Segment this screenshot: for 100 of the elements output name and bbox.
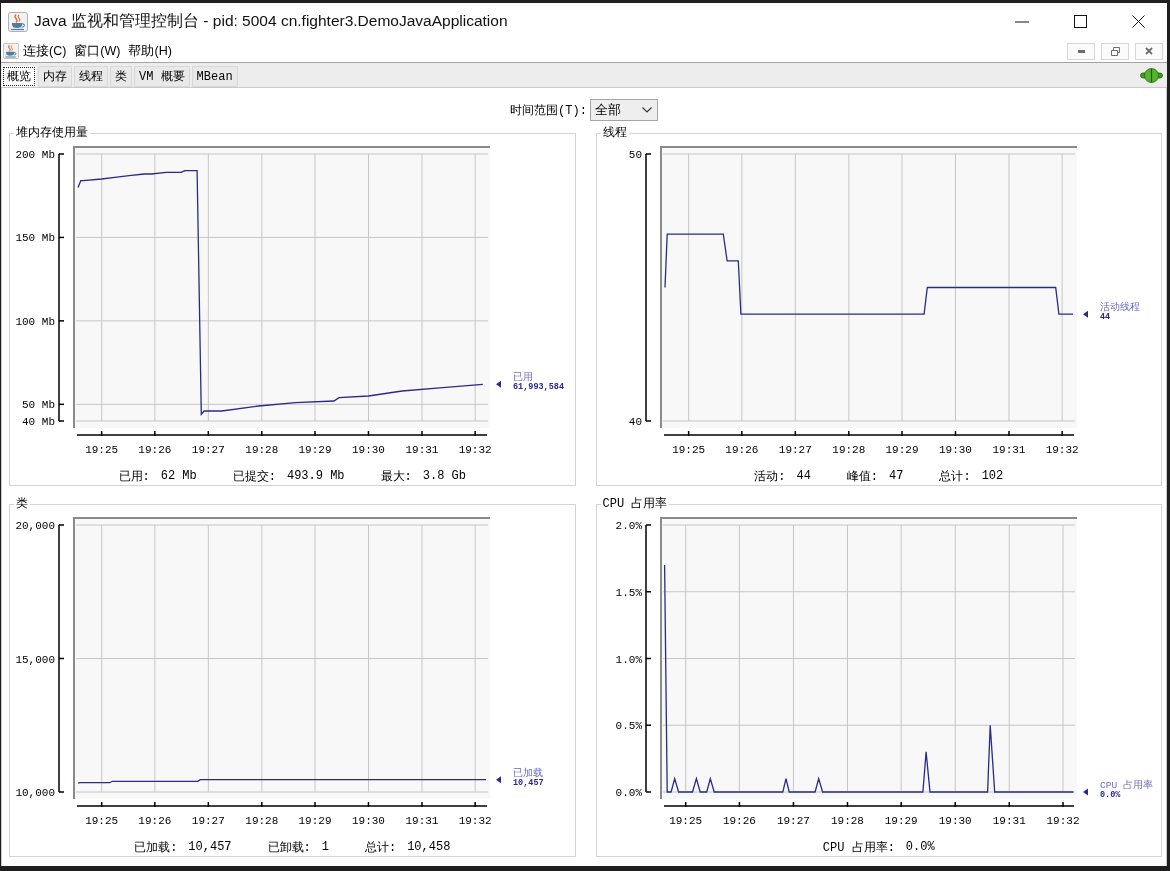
x-axis-label: 19:30 [938, 444, 972, 456]
legend-label: 已用 [513, 372, 533, 384]
x-axis-label: 19:30 [352, 815, 385, 827]
y-axis-label: 1.0% [615, 653, 642, 666]
stat-value: 62 Mb [160, 469, 197, 483]
x-axis-label: 19:26 [138, 815, 172, 827]
panel-title: 堆内存使用量 [14, 126, 90, 140]
y-axis-label: 50 [628, 149, 642, 161]
menu-item[interactable]: 窗口(W) [70, 41, 125, 61]
tab[interactable]: 内存 [38, 66, 72, 87]
y-axis-label: 2.0% [615, 520, 642, 532]
y-axis-label: 0.5% [615, 720, 642, 733]
x-axis-label: 19:27 [191, 444, 225, 456]
legend-label: 活动线程 [1099, 302, 1140, 314]
triangle-marker-icon [1082, 788, 1088, 796]
x-axis-label: 19:28 [831, 444, 865, 456]
stat-label: 峰值: [846, 468, 879, 485]
x-axis-label: 19:29 [298, 444, 332, 456]
x-axis-label: 19:30 [352, 444, 385, 456]
close-icon [1145, 47, 1153, 55]
legend-label: CPU 占用率 [1099, 780, 1153, 791]
stat-value: 3.8 Gb [422, 469, 466, 483]
close-button[interactable] [1135, 42, 1163, 60]
stat-value: 0.0% [905, 840, 935, 854]
restore-icon [1110, 46, 1120, 56]
stat-label: 最大: [380, 468, 412, 485]
x-axis-label: 19:28 [830, 815, 864, 827]
stat-value: 44 [796, 469, 811, 483]
triangle-marker-icon [496, 776, 501, 784]
legend-value: 0.0% [1099, 790, 1120, 800]
minimize-button[interactable] [1067, 42, 1095, 60]
maximize-icon [1073, 15, 1087, 28]
x-axis-label: 19:28 [245, 444, 279, 456]
tab[interactable]: 概览 [2, 66, 36, 87]
x-axis-label: 19:31 [991, 444, 1025, 456]
menu-item[interactable]: 帮助(H) [124, 41, 176, 61]
y-axis-label: 100 Mb [15, 315, 55, 328]
x-axis-label: 19:25 [85, 444, 119, 456]
restore-button[interactable] [1101, 42, 1129, 60]
plug-icon[interactable] [1140, 67, 1163, 83]
stat-label: 总计: [939, 468, 971, 485]
y-axis-label: 1.5% [615, 586, 642, 599]
coffee-cup-icon [8, 11, 28, 32]
stat-value: 1 [321, 840, 329, 854]
x-axis-label: 19:32 [458, 444, 492, 456]
time-range-label: 时间范围(T): [510, 102, 587, 119]
y-axis-label: 40 [628, 416, 642, 428]
x-axis-label: 19:29 [298, 815, 332, 827]
x-axis-label: 19:29 [885, 444, 918, 456]
y-axis-label: 40 Mb [22, 416, 55, 428]
stat-label: 活动: [754, 468, 786, 485]
y-axis-label: 10,000 [15, 787, 55, 799]
coffee-cup-icon [3, 43, 19, 59]
x-axis-label: 19:29 [884, 815, 918, 827]
stat-label: 已提交: [232, 468, 276, 485]
x-axis-label: 19:25 [85, 815, 119, 827]
x-axis-label: 19:25 [671, 444, 705, 456]
x-axis-label: 19:32 [1045, 444, 1079, 456]
tab[interactable]: 类 [110, 66, 132, 87]
x-axis-label: 19:25 [668, 815, 702, 827]
panel-title: 线程 [600, 126, 629, 140]
time-range-dropdown[interactable]: 全部 [589, 99, 658, 121]
x-axis-label: 19:32 [458, 815, 492, 827]
stat-label: 已卸载: [267, 839, 311, 856]
panel-title: 类 [14, 497, 30, 511]
stat-value: 10,457 [188, 840, 232, 854]
stat-value: 493.9 Mb [286, 469, 345, 483]
panel-title: CPU 占用率 [600, 497, 670, 511]
x-axis-label: 19:32 [1046, 815, 1079, 827]
stat-label: CPU 占用率: [822, 839, 895, 856]
stat-label: 已用: [118, 468, 150, 485]
legend-label: 已加载 [513, 767, 543, 779]
legend-value: 61,993,584 [513, 382, 564, 393]
x-axis-label: 19:26 [724, 444, 758, 456]
stat-label: 总计: [364, 839, 397, 856]
x-axis-label: 19:31 [992, 815, 1026, 827]
menu-item[interactable]: 连接(C) [19, 41, 71, 61]
stat-label: 已加载: [134, 839, 178, 856]
triangle-marker-icon [1082, 310, 1088, 318]
tab[interactable]: 线程 [74, 66, 108, 87]
x-axis-label: 19:30 [938, 815, 972, 827]
x-axis-label: 19:27 [191, 815, 225, 827]
x-axis-label: 19:31 [405, 444, 439, 456]
minimize-icon [1077, 49, 1085, 53]
x-axis-label: 19:26 [722, 815, 756, 827]
triangle-marker-icon [496, 380, 501, 388]
y-axis-label: 15,000 [15, 653, 55, 666]
tab[interactable]: VM 概要 [134, 66, 190, 87]
chevron-down-icon [641, 107, 652, 113]
stat-value: 47 [889, 469, 904, 483]
x-axis-label: 19:27 [778, 444, 812, 456]
tab[interactable]: MBean [191, 66, 238, 87]
y-axis-label: 50 Mb [22, 399, 55, 412]
stat-value: 10,458 [407, 840, 451, 854]
legend-value: 44 [1099, 312, 1110, 323]
x-axis-label: 19:31 [405, 815, 439, 827]
x-axis-label: 19:26 [138, 444, 172, 456]
window-title: Java 监视和管理控制台 - pid: 5004 cn.fighter3.DemoJavaApplication [34, 11, 509, 31]
x-axis-label: 19:27 [776, 815, 810, 827]
x-axis-label: 19:28 [245, 815, 279, 827]
